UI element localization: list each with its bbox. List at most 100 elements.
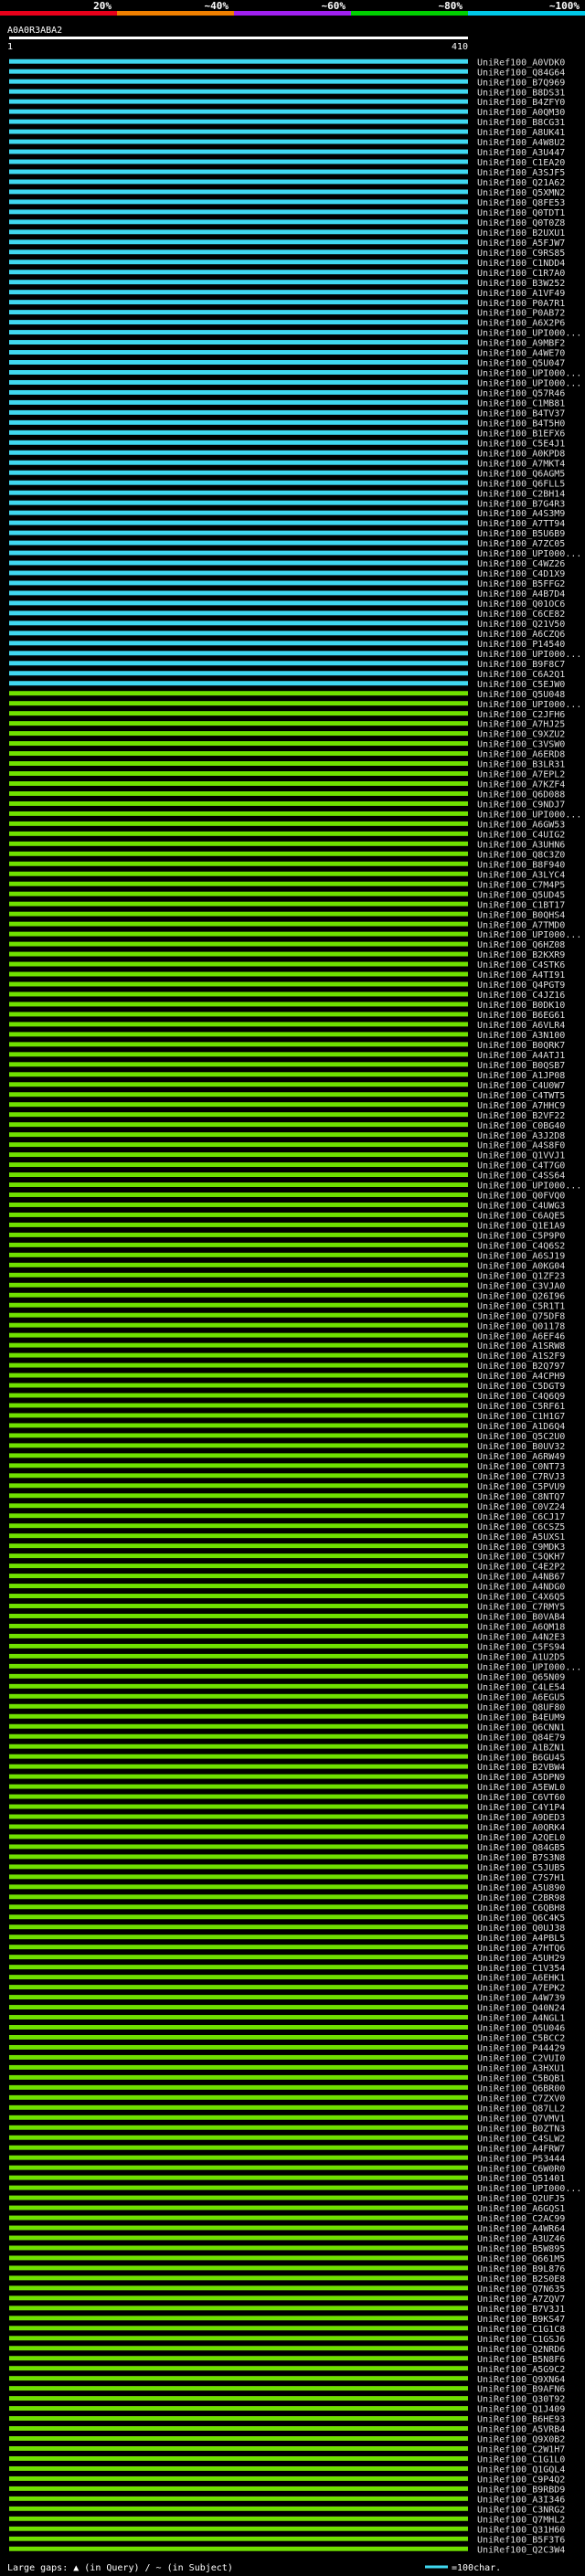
hit-bar bbox=[9, 610, 468, 616]
hit-bar bbox=[9, 1935, 468, 1940]
hit-label: UniRef100_B9KS47 bbox=[477, 2315, 565, 2325]
hit-label: UniRef100_C5RF61 bbox=[477, 1402, 565, 1412]
hit-label: UniRef100_A6EF46 bbox=[477, 1331, 565, 1341]
hit-bar bbox=[9, 1543, 468, 1549]
hit-bar bbox=[9, 2215, 468, 2221]
hit-bar bbox=[9, 1493, 468, 1499]
hit-bar bbox=[9, 1142, 468, 1148]
hit-label: UniRef100_Q5U047 bbox=[477, 359, 565, 369]
hit-label: UniRef100_B5F3T6 bbox=[477, 2535, 565, 2545]
hit-label: UniRef100_A5DPN9 bbox=[477, 1773, 565, 1783]
hit-label: UniRef100_C4Y1P4 bbox=[477, 1803, 565, 1813]
hit-label: UniRef100_Q9X0B2 bbox=[477, 2435, 565, 2445]
hit-label: UniRef100_C3NRG2 bbox=[477, 2505, 565, 2515]
hit-bar bbox=[9, 1584, 468, 1589]
hit-label: UniRef100_B4TV37 bbox=[477, 408, 565, 419]
hit-label: UniRef100_Q2C3W4 bbox=[477, 2545, 565, 2555]
hit-label: UniRef100_Q6BR00 bbox=[477, 2083, 565, 2094]
alignment-chart: 20% ~40% ~60% ~80% ~100% A0A0R3ABA2 UniRef10… bbox=[0, 0, 585, 2573]
hit-bar bbox=[9, 1564, 468, 1569]
hit-bar bbox=[9, 169, 468, 175]
hit-label: UniRef100_B9AFN6 bbox=[477, 2385, 565, 2395]
hit-bar bbox=[9, 510, 468, 515]
hit-label: UniRef100_B4EUM9 bbox=[477, 1712, 565, 1723]
hit-label: UniRef100_C5BQB1 bbox=[477, 2073, 565, 2083]
hit-bar bbox=[9, 1172, 468, 1178]
hit-label: UniRef100_C4WZ26 bbox=[477, 559, 565, 569]
hit-label: UniRef100_B5N8F6 bbox=[477, 2355, 565, 2365]
hit-bar bbox=[9, 2005, 468, 2010]
hit-bar bbox=[9, 590, 468, 596]
hit-label: UniRef100_UPI000... bbox=[477, 811, 581, 821]
hit-label: UniRef100_A4NGL1 bbox=[477, 2014, 565, 2024]
hit-label: UniRef100_Q7N635 bbox=[477, 2284, 565, 2295]
hit-label: UniRef100_B0VAB4 bbox=[477, 1613, 565, 1623]
hit-bar bbox=[9, 1874, 468, 1880]
hit-label: UniRef100_B0QHS4 bbox=[477, 910, 565, 920]
hit-label: UniRef100_A3SJF5 bbox=[477, 168, 565, 178]
hit-label: UniRef100_B2S0E8 bbox=[477, 2274, 565, 2284]
hit-label: UniRef100_B7G4R3 bbox=[477, 499, 565, 509]
hit-label: UniRef100_A7ZC05 bbox=[477, 539, 565, 549]
hit-label: UniRef100_C6W0R0 bbox=[477, 2164, 565, 2174]
hit-bar bbox=[9, 1252, 468, 1257]
hit-bar bbox=[9, 2235, 468, 2241]
hit-bar bbox=[9, 1232, 468, 1237]
hit-bar bbox=[9, 570, 468, 576]
hit-bar bbox=[9, 530, 468, 535]
hit-label: UniRef100_A7KZF4 bbox=[477, 780, 565, 790]
hit-label: UniRef100_C9NDJ7 bbox=[477, 800, 565, 811]
hit-bar bbox=[9, 1744, 468, 1749]
hit-label: UniRef100_A6EHK1 bbox=[477, 1974, 565, 1984]
hit-bar bbox=[9, 881, 468, 886]
hit-label: UniRef100_A4S3M9 bbox=[477, 509, 565, 519]
hit-bar bbox=[9, 1292, 468, 1298]
hit-label: UniRef100_UPI000... bbox=[477, 1182, 581, 1192]
hit-label: UniRef100_A4NDG0 bbox=[477, 1583, 565, 1593]
hit-bar bbox=[9, 1623, 468, 1628]
hit-label: UniRef100_B3LR31 bbox=[477, 760, 565, 770]
hit-label: UniRef100_B4T5H0 bbox=[477, 419, 565, 429]
hit-label: UniRef100_C7RMY5 bbox=[477, 1603, 565, 1613]
hit-label: UniRef100_C4LE54 bbox=[477, 1682, 565, 1692]
hit-label: UniRef100_Q0UJ38 bbox=[477, 1924, 565, 1934]
hit-bar bbox=[9, 1483, 468, 1489]
hit-label: UniRef100_P0A7R1 bbox=[477, 299, 565, 309]
hit-label: UniRef100_C6CE82 bbox=[477, 610, 565, 620]
hit-label: UniRef100_Q1GQL4 bbox=[477, 2465, 565, 2475]
hit-bar bbox=[9, 931, 468, 937]
hit-bar bbox=[9, 871, 468, 876]
hit-label: UniRef100_C4UIG2 bbox=[477, 830, 565, 840]
hit-bar bbox=[9, 1373, 468, 1378]
hit-bar bbox=[9, 429, 468, 435]
hit-label: UniRef100_C6A2Q1 bbox=[477, 670, 565, 680]
hit-label: UniRef100_Q87LL2 bbox=[477, 2104, 565, 2114]
hit-label: UniRef100_C9XZU2 bbox=[477, 730, 565, 740]
hit-label: UniRef100_Q1J409 bbox=[477, 2405, 565, 2415]
hit-bar bbox=[9, 1713, 468, 1719]
hit-label: UniRef100_B0QRK7 bbox=[477, 1041, 565, 1051]
query-end-label: 410 bbox=[452, 42, 468, 52]
hit-bar bbox=[9, 1212, 468, 1217]
hit-label: UniRef100_C4JZ16 bbox=[477, 991, 565, 1001]
hit-bar bbox=[9, 600, 468, 606]
hit-bar bbox=[9, 2185, 468, 2190]
hit-bar bbox=[9, 209, 468, 215]
hit-bar bbox=[9, 661, 468, 666]
hit-bar bbox=[9, 199, 468, 205]
hit-bar bbox=[9, 2275, 468, 2281]
hit-label: UniRef100_A0KG04 bbox=[477, 1261, 565, 1271]
hit-bar bbox=[9, 691, 468, 696]
hit-bar bbox=[9, 2135, 468, 2140]
hit-bar bbox=[9, 1262, 468, 1267]
hit-bar bbox=[9, 389, 468, 395]
hit-label: UniRef100_C4E2P2 bbox=[477, 1563, 565, 1573]
hit-label: UniRef100_B2VF22 bbox=[477, 1111, 565, 1121]
hit-bar bbox=[9, 2165, 468, 2170]
hit-label: UniRef100_A5UXS1 bbox=[477, 1532, 565, 1542]
hit-label: UniRef100_B3W252 bbox=[477, 279, 565, 289]
hit-label: UniRef100_B6EG61 bbox=[477, 1011, 565, 1021]
hit-label: UniRef100_C9MDK3 bbox=[477, 1542, 565, 1553]
hit-label: UniRef100_C2JFH6 bbox=[477, 710, 565, 720]
hit-bar bbox=[9, 369, 468, 375]
